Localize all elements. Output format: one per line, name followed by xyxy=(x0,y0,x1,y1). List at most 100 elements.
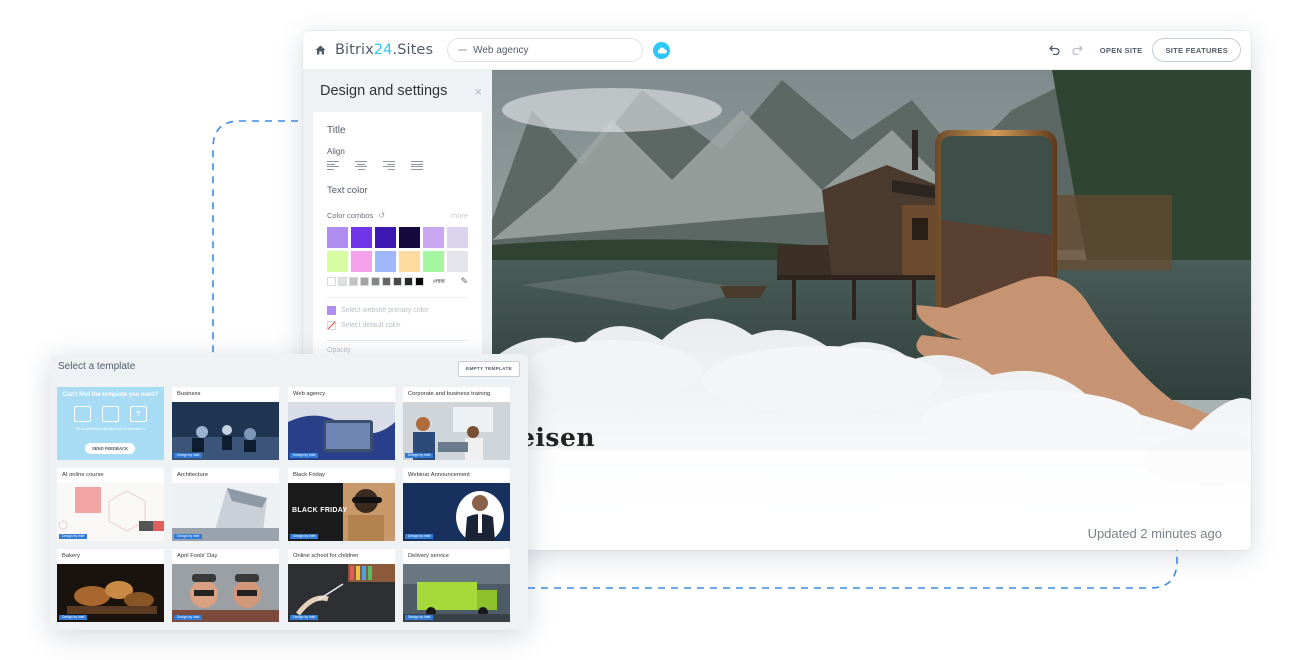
color-swatch[interactable] xyxy=(447,227,468,248)
gray-swatch[interactable] xyxy=(415,277,424,286)
template-tile-business[interactable]: Business Design by Intel xyxy=(172,387,279,460)
template-tile-web-agency[interactable]: Web agency Design by Intel xyxy=(288,387,395,460)
template-preview-image: Design by Intel xyxy=(288,402,395,460)
template-badge: Design by Intel xyxy=(290,534,319,539)
template-badge: Design by Intel xyxy=(174,615,203,620)
undo-icon[interactable] xyxy=(1044,45,1066,55)
gray-swatch[interactable] xyxy=(338,277,347,286)
logo-accent: 24 xyxy=(373,42,393,58)
refresh-icon[interactable]: ↺ xyxy=(378,211,385,220)
align-center-icon[interactable] xyxy=(355,161,367,170)
feedback-icons: ? xyxy=(69,406,152,422)
color-swatch[interactable] xyxy=(327,227,348,248)
site-features-button[interactable]: SITE FEATURES xyxy=(1152,38,1241,62)
color-swatch-grid xyxy=(327,227,468,272)
gray-swatch[interactable] xyxy=(349,277,358,286)
bitrix24-sites-logo[interactable]: Bitrix24.Sites xyxy=(335,42,433,58)
color-swatch[interactable] xyxy=(423,251,444,272)
color-swatch[interactable] xyxy=(375,251,396,272)
template-badge: Design by Intel xyxy=(405,534,434,539)
template-title: Corporate and business training xyxy=(408,391,491,397)
template-badge: Design by Intel xyxy=(290,453,319,458)
empty-template-button[interactable]: EMPTY TEMPLATE xyxy=(457,361,520,377)
gray-swatch[interactable] xyxy=(360,277,369,286)
template-tile-ai-online-course[interactable]: AI online course Design by Intel xyxy=(57,468,164,541)
editor-topbar: Bitrix24.Sites Web agency OPEN SITE SITE… xyxy=(303,31,1251,70)
site-favicon xyxy=(458,49,468,51)
settings-panel-title: Design and settings xyxy=(320,83,448,99)
color-swatch[interactable] xyxy=(447,251,468,272)
template-badge: Design by Intel xyxy=(59,534,88,539)
gray-swatch[interactable] xyxy=(393,277,402,286)
template-preview-image: Design by Intel xyxy=(403,483,510,541)
gray-swatch[interactable] xyxy=(371,277,380,286)
gray-swatch[interactable] xyxy=(382,277,391,286)
cloud-icon[interactable] xyxy=(653,41,671,59)
hero-block[interactable]: eisen xyxy=(492,70,1251,530)
align-options xyxy=(327,161,468,170)
close-icon[interactable]: × xyxy=(474,84,482,99)
logo-suffix: .Sites xyxy=(392,42,434,58)
template-preview-image: Design by Intel xyxy=(288,564,395,622)
color-swatch[interactable] xyxy=(399,227,420,248)
color-swatch[interactable] xyxy=(351,227,372,248)
template-badge: Design by Intel xyxy=(290,615,319,620)
hex-value-label[interactable]: #ffffff xyxy=(433,279,445,285)
home-icon[interactable] xyxy=(305,45,335,55)
page-icon xyxy=(101,406,119,422)
template-tile-corporate-training[interactable]: Corporate and business training Design b… xyxy=(403,387,510,460)
primary-color-label: Select website primary color xyxy=(341,307,429,314)
template-title: Webinar Announcement xyxy=(408,472,470,478)
primary-color-swatch xyxy=(327,306,336,315)
align-left-icon[interactable] xyxy=(327,161,339,170)
color-swatch[interactable] xyxy=(399,251,420,272)
help-icon: ? xyxy=(129,406,147,422)
template-badge: Design by Intel xyxy=(59,615,88,620)
opacity-row[interactable]: Opacity xyxy=(327,347,468,354)
color-swatch[interactable] xyxy=(327,251,348,272)
site-select-value: Web agency xyxy=(473,44,529,56)
template-preview-image: BLACK FRIDAY Design by Intel xyxy=(288,483,395,541)
template-preview-image: Design by Intel xyxy=(172,483,279,541)
hero-title-text[interactable]: eisen xyxy=(519,423,595,452)
template-title: Black Friday xyxy=(293,472,325,478)
site-preview[interactable]: eisen Updated 2 minutes ago xyxy=(492,70,1251,550)
template-preview-image: Design by Intel xyxy=(57,483,164,541)
align-right-icon[interactable] xyxy=(383,161,395,170)
color-swatch[interactable] xyxy=(375,227,396,248)
template-tile-bakery[interactable]: Bakery Design by Intel xyxy=(57,549,164,622)
color-combos-row: Color combos ↺ more xyxy=(327,211,468,220)
template-tile-architecture[interactable]: Architecture Design by Intel xyxy=(172,468,279,541)
template-tile-black-friday[interactable]: Black Friday BLACK FRIDAY Design by Inte… xyxy=(288,468,395,541)
lake-cabin-hero-image xyxy=(492,70,1251,530)
gray-swatch[interactable] xyxy=(327,277,336,286)
template-tile-webinar-announcement[interactable]: Webinar Announcement Design by Intel xyxy=(403,468,510,541)
no-color-icon xyxy=(327,321,336,330)
site-select[interactable]: Web agency xyxy=(447,38,644,62)
template-title: Delivery service xyxy=(408,553,449,559)
open-site-link[interactable]: OPEN SITE xyxy=(1100,46,1143,55)
send-feedback-button[interactable]: SEND FEEDBACK xyxy=(85,443,135,454)
default-color-option[interactable]: Select default color xyxy=(327,321,468,330)
color-picker-icon[interactable]: ✎ xyxy=(460,276,468,287)
color-swatch[interactable] xyxy=(351,251,372,272)
template-title: Web agency xyxy=(293,391,326,397)
template-title: Bakery xyxy=(62,553,81,559)
template-tile-delivery-service[interactable]: Delivery service Design by Intel xyxy=(403,549,510,622)
more-link[interactable]: more xyxy=(451,211,468,220)
redo-icon[interactable] xyxy=(1066,45,1088,55)
feedback-title: Can't find the template you want? xyxy=(62,392,159,398)
color-swatch[interactable] xyxy=(423,227,444,248)
template-preview-image: Design by Intel xyxy=(403,402,510,460)
template-badge: Design by Intel xyxy=(405,615,434,620)
feedback-tile[interactable]: Can't find the template you want? ? Tell… xyxy=(57,387,164,460)
template-title: AI online course xyxy=(62,472,104,478)
primary-color-option[interactable]: Select website primary color xyxy=(327,306,468,315)
template-badge: Design by Intel xyxy=(174,453,203,458)
align-justify-icon[interactable] xyxy=(411,161,423,170)
template-preview-image: Design by Intel xyxy=(57,564,164,622)
gray-swatch[interactable] xyxy=(404,277,413,286)
template-title: Business xyxy=(177,391,201,397)
template-tile-april-fools-day[interactable]: April Fools' Day Design by Intel xyxy=(172,549,279,622)
template-tile-online-school[interactable]: Online school for children Design by Int… xyxy=(288,549,395,622)
